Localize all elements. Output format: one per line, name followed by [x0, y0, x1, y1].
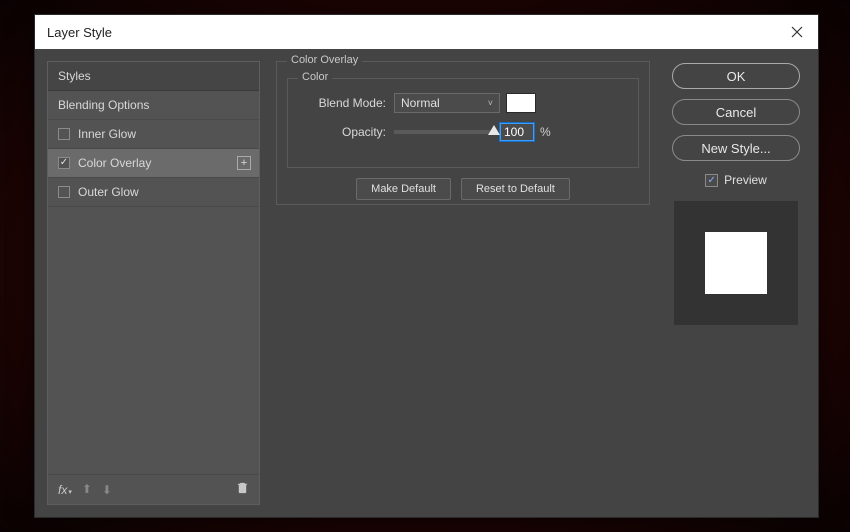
- close-icon: [790, 25, 804, 39]
- group-title: Color: [298, 71, 332, 83]
- style-item-label: Outer Glow: [78, 185, 139, 199]
- color-overlay-fieldset: Color Overlay Color Blend Mode: Normal ˅…: [276, 61, 650, 205]
- settings-panel: Color Overlay Color Blend Mode: Normal ˅…: [272, 61, 654, 505]
- opacity-unit: %: [540, 125, 551, 139]
- reset-default-button[interactable]: Reset to Default: [461, 178, 570, 200]
- style-item-label: Blending Options: [58, 98, 149, 112]
- slider-thumb-icon[interactable]: [488, 125, 500, 135]
- preview-thumbnail: [674, 201, 798, 325]
- new-style-button[interactable]: New Style...: [672, 135, 800, 161]
- move-down-button[interactable]: ⬇: [102, 483, 112, 497]
- opacity-label: Opacity:: [298, 125, 386, 139]
- titlebar: Layer Style: [35, 15, 818, 49]
- style-item-outer-glow[interactable]: Outer Glow: [48, 178, 259, 207]
- move-up-button[interactable]: ⬆: [82, 482, 92, 496]
- preview-label: Preview: [724, 173, 767, 187]
- style-item-inner-glow[interactable]: Inner Glow: [48, 120, 259, 149]
- style-item-blending-options[interactable]: Blending Options: [48, 91, 259, 120]
- checkbox-icon[interactable]: [58, 157, 70, 169]
- opacity-row: Opacity: %: [298, 123, 628, 141]
- dialog-body: Styles Blending Options Inner Glow Color…: [35, 49, 818, 517]
- fx-menu-button[interactable]: fx: [58, 483, 72, 497]
- style-item-color-overlay[interactable]: Color Overlay +: [48, 149, 259, 178]
- style-item-label: Color Overlay: [78, 156, 151, 170]
- preview-checkbox[interactable]: Preview: [705, 173, 767, 187]
- opacity-slider[interactable]: [394, 130, 494, 134]
- layer-style-dialog: Layer Style Styles Blending Options Inne…: [34, 14, 819, 518]
- close-button[interactable]: [788, 23, 806, 41]
- style-item-label: Inner Glow: [78, 127, 136, 141]
- checkbox-icon: [705, 174, 718, 187]
- panel-title: Color Overlay: [287, 54, 362, 66]
- ok-button[interactable]: OK: [672, 63, 800, 89]
- spacer: [48, 207, 259, 474]
- chevron-down-icon: ˅: [488, 98, 493, 108]
- cancel-button[interactable]: Cancel: [672, 99, 800, 125]
- checkbox-icon[interactable]: [58, 128, 70, 140]
- color-group: Color Blend Mode: Normal ˅ Opacity:: [287, 78, 639, 168]
- styles-panel: Styles Blending Options Inner Glow Color…: [47, 61, 260, 505]
- opacity-input[interactable]: [500, 123, 534, 141]
- add-instance-button[interactable]: +: [237, 156, 251, 170]
- styles-header[interactable]: Styles: [48, 62, 259, 91]
- blend-mode-value: Normal: [401, 96, 440, 110]
- action-panel: OK Cancel New Style... Preview: [666, 61, 806, 505]
- make-default-button[interactable]: Make Default: [356, 178, 451, 200]
- trash-icon: [236, 481, 249, 494]
- blend-mode-label: Blend Mode:: [298, 96, 386, 110]
- preview-swatch: [705, 232, 767, 294]
- checkbox-icon[interactable]: [58, 186, 70, 198]
- color-swatch[interactable]: [506, 93, 536, 113]
- blend-mode-row: Blend Mode: Normal ˅: [298, 93, 628, 113]
- dialog-title: Layer Style: [47, 25, 112, 40]
- blend-mode-select[interactable]: Normal ˅: [394, 93, 500, 113]
- default-buttons: Make Default Reset to Default: [287, 178, 639, 200]
- styles-footer: fx ⬆ ⬇: [48, 474, 259, 504]
- delete-button[interactable]: [236, 481, 249, 499]
